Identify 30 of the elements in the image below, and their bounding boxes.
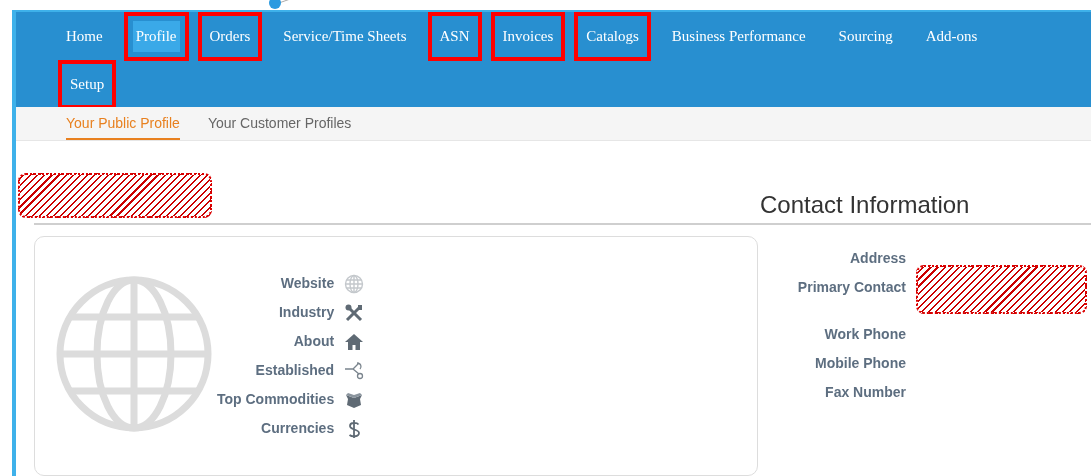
nav-tab[interactable]: Service/Time Sheets [271,11,419,61]
field-label: Top Commodities [217,390,335,409]
field-label: Address [848,249,906,268]
field-label: Established [254,361,335,380]
field-label: Industry [277,303,335,322]
field-label: Currencies [260,419,335,438]
scissors-icon [344,360,365,381]
nav-tab[interactable]: Sourcing [826,11,905,61]
nav-tab[interactable]: Profile [123,11,189,61]
nav-tab[interactable]: ASN [427,11,482,61]
nav-tab[interactable]: Home [54,11,115,61]
field-label: Mobile Phone [814,354,906,373]
nav-tab[interactable]: Orders [197,11,263,61]
field-label: About [292,332,335,351]
sub-tab[interactable]: Your Public Profile [66,107,180,140]
field-label: Primary Contact [796,278,906,297]
nav-tab[interactable]: Business Performance [659,11,818,61]
globe-icon [344,273,365,294]
field-label: Fax Number [824,383,906,402]
section-heading: Contact Information [760,191,971,219]
globe-icon [55,275,213,433]
field-label: Work Phone [823,325,906,344]
house-icon [344,331,365,352]
field-label: Website [279,274,335,293]
nav-tab[interactable]: Catalogs [574,11,651,61]
tools-icon [344,302,365,323]
nav-tab[interactable]: Add-ons [913,11,990,61]
dollar-icon [347,418,362,439]
sub-tab[interactable]: Your Customer Profiles [207,107,352,140]
nav-tab[interactable]: Invoices [490,11,566,61]
